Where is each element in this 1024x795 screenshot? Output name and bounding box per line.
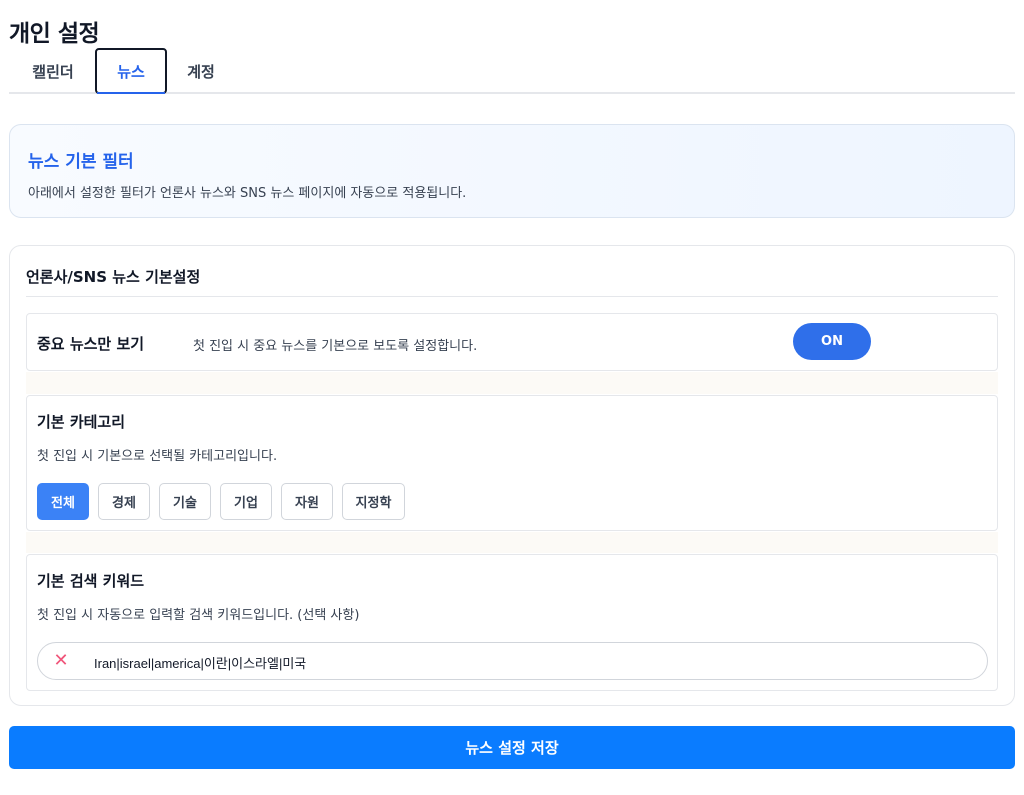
- page-title: 개인 설정: [9, 21, 100, 47]
- save-news-settings-button[interactable]: 뉴스 설정 저장: [9, 726, 1015, 769]
- section-gap: [26, 372, 998, 394]
- keyword-input[interactable]: ✕ Iran|israel|america|이란|이스라엘|미국: [37, 642, 988, 680]
- tab-news[interactable]: 뉴스: [95, 48, 167, 94]
- tab-calendar[interactable]: 캘린더: [15, 48, 91, 94]
- category-chip-tech[interactable]: 기술: [159, 483, 211, 520]
- category-chip-all[interactable]: 전체: [37, 483, 89, 520]
- news-settings-card: 언론사/SNS 뉴스 기본설정 중요 뉴스만 보기 첫 진입 시 중요 뉴스를 …: [9, 245, 1015, 706]
- keyword-description: 첫 진입 시 자동으로 입력할 검색 키워드입니다. (선택 사항): [37, 608, 360, 623]
- keyword-value[interactable]: Iran|israel|america|이란|이스라엘|미국: [94, 653, 306, 672]
- category-description: 첫 진입 시 기본으로 선택될 카테고리입니다.: [37, 449, 278, 464]
- divider: [26, 296, 998, 297]
- settings-title: 언론사/SNS 뉴스 기본설정: [26, 268, 201, 286]
- category-chip-geopolitics[interactable]: 지정학: [342, 483, 405, 520]
- category-title: 기본 카테고리: [37, 413, 126, 431]
- section-gap: [26, 532, 998, 553]
- banner-title: 뉴스 기본 필터: [28, 152, 134, 172]
- news-filter-banner: 뉴스 기본 필터 아래에서 설정한 필터가 언론사 뉴스와 SNS 뉴스 페이지…: [9, 124, 1015, 218]
- close-icon[interactable]: ✕: [52, 652, 70, 670]
- important-news-description: 첫 진입 시 중요 뉴스를 기본으로 보도록 설정합니다.: [193, 339, 478, 354]
- important-news-label: 중요 뉴스만 보기: [37, 335, 145, 353]
- tab-bar: 캘린더 뉴스 계정: [9, 48, 1015, 94]
- category-chip-resources[interactable]: 자원: [281, 483, 333, 520]
- default-category-section: 기본 카테고리 첫 진입 시 기본으로 선택될 카테고리입니다. 전체 경제 기…: [26, 395, 998, 531]
- banner-description: 아래에서 설정한 필터가 언론사 뉴스와 SNS 뉴스 페이지에 자동으로 적용…: [28, 186, 467, 201]
- important-news-toggle[interactable]: ON: [793, 323, 871, 360]
- category-chip-company[interactable]: 기업: [220, 483, 272, 520]
- category-chip-economy[interactable]: 경제: [98, 483, 150, 520]
- default-keyword-section: 기본 검색 키워드 첫 진입 시 자동으로 입력할 검색 키워드입니다. (선택…: [26, 554, 998, 691]
- important-news-row: 중요 뉴스만 보기 첫 진입 시 중요 뉴스를 기본으로 보도록 설정합니다. …: [26, 313, 998, 371]
- tab-account[interactable]: 계정: [167, 48, 235, 94]
- keyword-title: 기본 검색 키워드: [37, 572, 145, 590]
